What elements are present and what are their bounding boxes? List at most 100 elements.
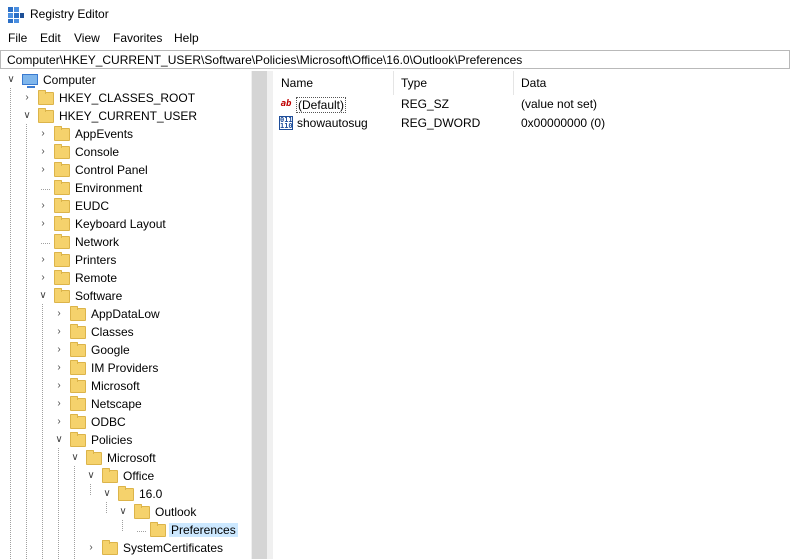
tree-node-label[interactable]: AppDataLow (89, 307, 162, 321)
menu-view[interactable]: View (74, 31, 100, 45)
folder-icon (150, 522, 166, 537)
tree-node-label[interactable]: HKEY_CLASSES_ROOT (57, 91, 197, 105)
tree-node-label[interactable]: Computer (41, 73, 98, 87)
chevron-right-icon[interactable]: › (54, 416, 64, 428)
tree-node[interactable]: › SystemCertificates (0, 540, 250, 558)
chevron-right-icon[interactable]: › (54, 398, 64, 410)
chevron-down-icon[interactable]: ∨ (70, 452, 80, 464)
tree-node-label[interactable]: Microsoft (105, 451, 158, 465)
tree-node[interactable]: › Netscape (0, 396, 250, 414)
address-bar[interactable]: Computer\HKEY_CURRENT_USER\Software\Poli… (0, 50, 790, 69)
tree-node-label[interactable]: Console (73, 145, 121, 159)
chevron-down-icon[interactable]: ∨ (22, 110, 32, 122)
chevron-right-icon[interactable]: › (38, 272, 48, 284)
tree-node[interactable]: › Classes (0, 324, 250, 342)
chevron-down-icon[interactable]: ∨ (38, 290, 48, 302)
tree-scroll-thumb[interactable] (252, 71, 267, 559)
chevron-right-icon[interactable]: › (38, 218, 48, 230)
menu-file[interactable]: File (8, 31, 27, 45)
chevron-right-icon[interactable]: › (54, 380, 64, 392)
tree-node-label[interactable]: Software (73, 289, 124, 303)
tree-node[interactable]: Network (0, 234, 250, 252)
tree-node[interactable]: ∨ Office (0, 468, 250, 486)
tree-node[interactable]: › AppDataLow (0, 306, 250, 324)
tree-node[interactable]: Preferences (0, 522, 250, 540)
chevron-down-icon[interactable]: ∨ (54, 434, 64, 446)
tree-node-label[interactable]: ODBC (89, 415, 128, 429)
tree-node[interactable]: ∨ Policies (0, 432, 250, 450)
chevron-down-icon[interactable]: ∨ (118, 506, 128, 518)
chevron-down-icon[interactable]: ∨ (86, 470, 96, 482)
tree-node-label[interactable]: SystemCertificates (121, 541, 225, 555)
key-tree[interactable]: ∨ Computer › HKEY_CLASSES_ROOT ∨ HKEY_CURRENT… (0, 71, 251, 559)
value-name[interactable]: (Default) (296, 97, 347, 113)
tree-node[interactable]: ∨ Outlook (0, 504, 250, 522)
tree-node-label[interactable]: Google (89, 343, 132, 357)
value-row[interactable]: 011 110 showautosug REG_DWORD 0x00000000… (273, 114, 792, 133)
tree-node-label[interactable]: Remote (73, 271, 119, 285)
value-row[interactable]: ab (Default) REG_SZ (value not set) (273, 95, 792, 114)
tree-node[interactable]: › Google (0, 342, 250, 360)
menu-favorites[interactable]: Favorites (113, 31, 162, 45)
chevron-right-icon[interactable]: › (54, 362, 64, 374)
tree-node-label[interactable]: Classes (89, 325, 136, 339)
tree-node-label[interactable]: Printers (73, 253, 118, 267)
tree-node-label[interactable]: Netscape (89, 397, 144, 411)
tree-node[interactable]: › HKEY_CLASSES_ROOT (0, 90, 250, 108)
tree-node[interactable]: › Keyboard Layout (0, 216, 250, 234)
value-type: REG_SZ (401, 97, 450, 111)
tree-node[interactable]: ∨ 16.0 (0, 486, 250, 504)
chevron-right-icon[interactable]: › (38, 146, 48, 158)
address-path[interactable]: Computer\HKEY_CURRENT_USER\Software\Poli… (7, 53, 522, 67)
tree-node[interactable]: ∨ Microsoft (0, 450, 250, 468)
tree-node[interactable]: › AppEvents (0, 126, 250, 144)
tree-scrollbar[interactable] (251, 71, 268, 559)
tree-node[interactable]: Environment (0, 180, 250, 198)
chevron-right-icon[interactable]: › (22, 92, 32, 104)
chevron-down-icon[interactable]: ∨ (102, 488, 112, 500)
chevron-right-icon[interactable]: › (38, 254, 48, 266)
tree-node-label[interactable]: Office (121, 469, 156, 483)
values-list[interactable]: Name Type Data ab (Default) REG_SZ (valu… (273, 71, 792, 559)
tree-node[interactable]: › Printers (0, 252, 250, 270)
tree-node-label[interactable]: Environment (73, 181, 144, 195)
chevron-right-icon[interactable]: › (38, 200, 48, 212)
tree-node-label[interactable]: 16.0 (137, 487, 164, 501)
chevron-right-icon[interactable]: › (54, 344, 64, 356)
chevron-right-icon[interactable]: › (86, 542, 96, 554)
tree-node[interactable]: › Microsoft (0, 378, 250, 396)
tree-node[interactable]: ∨ Computer (0, 72, 250, 90)
chevron-right-icon[interactable]: › (38, 164, 48, 176)
column-type-header[interactable]: Type (393, 71, 513, 95)
chevron-right-icon[interactable]: › (38, 128, 48, 140)
tree-node-label[interactable]: AppEvents (73, 127, 135, 141)
menu-edit[interactable]: Edit (40, 31, 61, 45)
tree-node-label[interactable]: HKEY_CURRENT_USER (57, 109, 199, 123)
folder-icon (70, 306, 86, 321)
tree-node[interactable]: › Console (0, 144, 250, 162)
chevron-down-icon[interactable]: ∨ (6, 74, 16, 86)
tree-node-label[interactable]: Keyboard Layout (73, 217, 168, 231)
tree-node[interactable]: › IM Providers (0, 360, 250, 378)
tree-node[interactable]: › Control Panel (0, 162, 250, 180)
column-data-header[interactable]: Data (513, 71, 792, 95)
tree-node-label[interactable]: Network (73, 235, 121, 249)
value-name[interactable]: showautosug (297, 116, 368, 130)
tree-node[interactable]: › ODBC (0, 414, 250, 432)
tree-node-label[interactable]: EUDC (73, 199, 111, 213)
tree-node[interactable]: › EUDC (0, 198, 250, 216)
tree-node[interactable]: › Remote (0, 270, 250, 288)
tree-node[interactable]: ∨ Software (0, 288, 250, 306)
chevron-right-icon[interactable]: › (54, 308, 64, 320)
tree-node-label[interactable]: Preferences (169, 523, 238, 537)
tree-node-label[interactable]: Policies (89, 433, 134, 447)
tree-node-label[interactable]: IM Providers (89, 361, 160, 375)
tree-node-label[interactable]: Outlook (153, 505, 198, 519)
folder-icon (70, 378, 86, 393)
menu-help[interactable]: Help (174, 31, 199, 45)
chevron-right-icon[interactable]: › (54, 326, 64, 338)
tree-node[interactable]: ∨ HKEY_CURRENT_USER (0, 108, 250, 126)
tree-node-label[interactable]: Microsoft (89, 379, 142, 393)
column-name-header[interactable]: Name (273, 71, 393, 95)
tree-node-label[interactable]: Control Panel (73, 163, 150, 177)
